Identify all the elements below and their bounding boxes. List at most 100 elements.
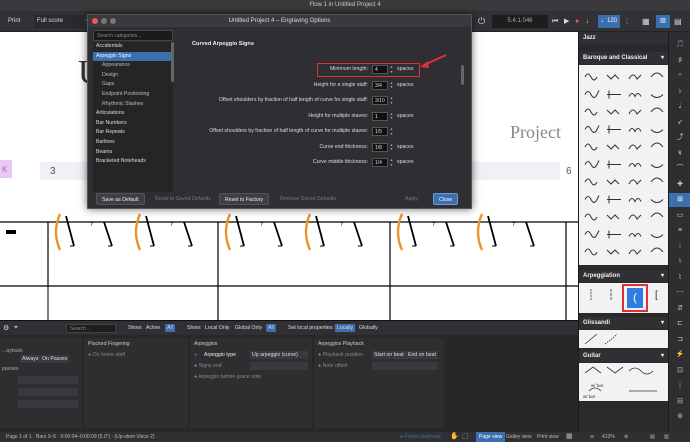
toolbox-tool-icon[interactable]: ⤴: [669, 131, 690, 145]
ornament-icon[interactable]: [584, 90, 600, 98]
show-local-toggle[interactable]: Local Only: [205, 325, 230, 331]
toolbox-tool-icon[interactable]: ♯: [669, 54, 690, 68]
curved-arpeggio-sign[interactable]: [476, 213, 484, 251]
toolbox-tool-icon[interactable]: ⇵: [669, 302, 690, 316]
category-list[interactable]: Accidentals Arpeggio Signs Appearance Desig…: [93, 42, 173, 192]
ornament-icon[interactable]: [650, 164, 664, 168]
glissandi-palette[interactable]: [579, 330, 669, 348]
note-offset-toggle[interactable]: ● Note offset: [318, 363, 348, 369]
galley-view-button[interactable]: Galley view: [506, 432, 532, 442]
option-value-input[interactable]: 1/8: [372, 142, 388, 152]
category-item[interactable]: Accidentals: [93, 42, 173, 52]
note-offset-field[interactable]: [372, 362, 438, 370]
keyboard-status-icon[interactable]: ▥: [664, 432, 669, 442]
minimize-window-icon[interactable]: [101, 18, 107, 24]
toolbox-tool-icon[interactable]: ⁞: [669, 240, 690, 254]
option-value-input[interactable]: 1/4: [372, 158, 388, 167]
reset-saved-defaults-button[interactable]: Reset to Saved Defaults: [150, 193, 216, 205]
ornament-icon[interactable]: [584, 195, 600, 203]
slash-note[interactable]: [273, 221, 283, 247]
category-item[interactable]: Appearance: [93, 61, 173, 71]
ornament-icon[interactable]: [607, 195, 621, 204]
show-global-toggle[interactable]: Global Only: [235, 325, 262, 331]
ornament-icon[interactable]: [628, 179, 642, 185]
locally-toggle[interactable]: Locally: [335, 324, 356, 332]
ornament-icon[interactable]: [584, 178, 598, 186]
grid-icon[interactable]: ▦: [566, 432, 573, 442]
remove-saved-defaults-button[interactable]: Remove Saved Defaults: [275, 193, 341, 205]
mixer-icon[interactable]: ⫶: [626, 15, 628, 28]
ornament-icon[interactable]: [584, 108, 598, 116]
keyboard-icon[interactable]: ▦: [642, 15, 650, 28]
arpeggio-up-icon[interactable]: ┊: [588, 290, 594, 301]
before-grace-toggle[interactable]: ● Arpeggio before grace note: [194, 374, 261, 380]
ornament-icon[interactable]: [606, 109, 620, 115]
toolbox-tool-icon[interactable]: ⋮: [669, 379, 690, 393]
ornament-icon[interactable]: [650, 177, 664, 183]
ornament-icon[interactable]: [650, 94, 664, 98]
curved-arpeggio-sign[interactable]: [396, 213, 404, 251]
ornament-icon[interactable]: [584, 73, 598, 81]
toolbox-tool-icon[interactable]: ⊟: [669, 395, 690, 409]
stepper-icon[interactable]: ▲ ▼: [389, 158, 394, 167]
mixer-status-icon[interactable]: ▤: [650, 432, 655, 442]
slash-note[interactable]: [445, 221, 455, 247]
show-all-toggle[interactable]: All: [266, 324, 276, 332]
ornament-icon[interactable]: [650, 72, 664, 78]
curved-arpeggio-sign[interactable]: [224, 213, 232, 251]
toolbox-tool-icon[interactable]: ⊏: [669, 317, 690, 331]
zoom-level[interactable]: 413%: [602, 432, 615, 442]
category-item[interactable]: Gaps: [93, 80, 173, 90]
hand-tool-icon[interactable]: ✋: [450, 432, 459, 442]
slash-note[interactable]: [145, 215, 155, 247]
show-active-toggle[interactable]: Active: [146, 325, 160, 331]
ornament-grid[interactable]: [579, 65, 669, 265]
ornament-icon[interactable]: [650, 212, 664, 218]
panel-header-glissandi[interactable]: Glissandi ▾: [579, 317, 669, 329]
ornament-icon[interactable]: [650, 199, 664, 203]
playback-position-toggle[interactable]: ● Playback position: [318, 352, 363, 358]
panel-header-baroque[interactable]: Baroque and Classical ▾: [579, 52, 669, 64]
option-value-input[interactable]: 3/10: [372, 96, 388, 105]
layout-icon[interactable]: ▤: [674, 15, 682, 28]
passes-field[interactable]: [18, 400, 78, 408]
ornament-icon[interactable]: [628, 144, 642, 150]
ornament-icon[interactable]: [584, 230, 600, 238]
option-value-input[interactable]: 3/4: [372, 80, 388, 90]
filter-icon[interactable]: ⚙: [3, 324, 9, 332]
ornament-icon[interactable]: [650, 129, 664, 133]
toolbox-tool-icon[interactable]: 𝅘𝅥: [669, 100, 690, 114]
print-view-button[interactable]: Print view: [537, 432, 559, 442]
record-icon[interactable]: ●: [575, 15, 579, 28]
eighth-rest[interactable]: 𝄾: [340, 217, 343, 231]
category-item[interactable]: Design: [93, 71, 173, 81]
toolbox-tool-icon[interactable]: ⊡: [669, 364, 690, 378]
close-button[interactable]: Close: [433, 193, 459, 205]
category-item[interactable]: Bar Numbers: [93, 119, 173, 129]
properties-search-input[interactable]: Search...: [66, 324, 116, 333]
save-as-default-button[interactable]: Save as Default: [96, 193, 145, 205]
ornament-icon[interactable]: [628, 74, 642, 80]
toolbox-tool-icon[interactable]: ⌇: [669, 271, 690, 285]
slash-note[interactable]: [103, 221, 113, 247]
toolbox-tool-icon[interactable]: ⊚: [669, 410, 690, 424]
toolbox-tool-icon[interactable]: ⌒: [669, 162, 690, 176]
power-icon[interactable]: ⏻: [478, 15, 485, 28]
option-value-input[interactable]: 1/5: [372, 127, 388, 136]
layout-select[interactable]: Full score: [34, 15, 84, 28]
category-item[interactable]: Bracketed Noteheads: [93, 157, 173, 167]
ornament-icon[interactable]: [628, 163, 642, 168]
rewind-icon[interactable]: ⏮: [552, 15, 558, 28]
ornament-icon[interactable]: [607, 230, 621, 239]
show-all-toggle[interactable]: All: [165, 324, 175, 332]
ornament-icon[interactable]: [650, 234, 664, 238]
slash-note[interactable]: [65, 215, 75, 247]
toolbox-tool-icon[interactable]: ▭: [669, 209, 690, 223]
on-passes-toggle[interactable]: On Passes: [40, 355, 70, 363]
options-scrollbar[interactable]: [461, 65, 464, 85]
category-item[interactable]: Beams: [93, 148, 173, 158]
ornament-icon[interactable]: [584, 248, 598, 256]
select-tool-icon[interactable]: ⬚: [462, 432, 469, 442]
on-home-staff-toggle[interactable]: ● On home staff: [88, 352, 125, 358]
toolbox-tool-icon[interactable]: ♮: [669, 255, 690, 269]
